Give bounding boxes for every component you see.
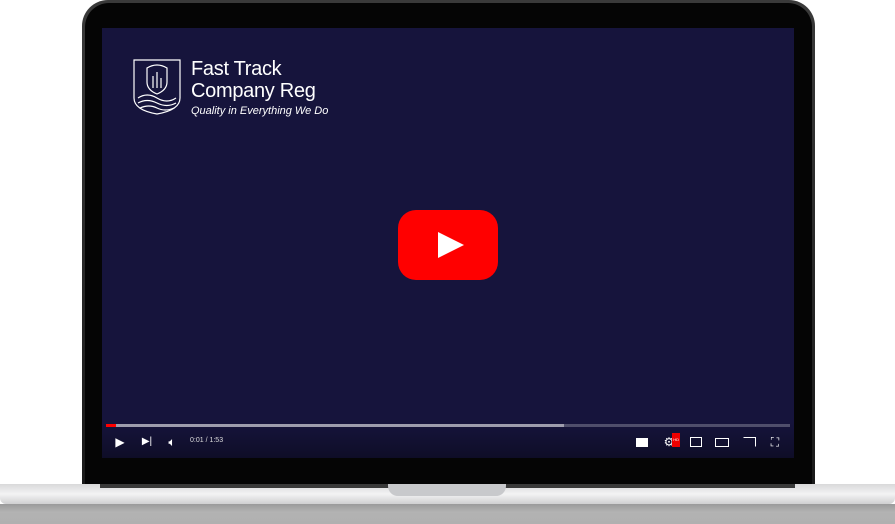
play-icon[interactable]: ▶	[112, 435, 128, 449]
video-player[interactable]: Fast Track Company Reg Quality in Everyt…	[102, 28, 794, 458]
youtube-play-button[interactable]	[398, 210, 498, 280]
laptop-base	[0, 484, 895, 524]
company-logo: Fast Track Company Reg Quality in Everyt…	[132, 58, 328, 117]
hd-badge: HD	[672, 433, 680, 447]
brand-line-2: Company Reg	[191, 80, 316, 102]
player-controls: ▶ ▶| 🔈︎ 0:01 / 1:53 ⚙ HD ⛶	[102, 422, 794, 458]
opening-notch	[388, 484, 506, 496]
settings-icon[interactable]: ⚙ HD	[661, 433, 680, 449]
played-bar	[106, 424, 117, 427]
volume-icon[interactable]: 🔈︎	[164, 435, 180, 449]
laptop-foot	[0, 504, 895, 524]
buffered-bar	[106, 424, 565, 427]
cast-icon[interactable]	[741, 435, 757, 449]
tagline: Quality in Everything We Do	[191, 105, 329, 117]
fullscreen-icon[interactable]: ⛶	[767, 435, 783, 449]
theater-icon[interactable]	[714, 435, 730, 449]
subtitles-icon[interactable]	[634, 435, 650, 449]
miniplayer-icon[interactable]	[688, 435, 704, 449]
next-icon[interactable]: ▶|	[139, 435, 155, 449]
brand-line-1: Fast Track	[191, 58, 282, 80]
time-display: 0:01 / 1:53	[190, 437, 224, 444]
crest-icon	[133, 59, 181, 115]
progress-bar[interactable]	[106, 424, 790, 427]
